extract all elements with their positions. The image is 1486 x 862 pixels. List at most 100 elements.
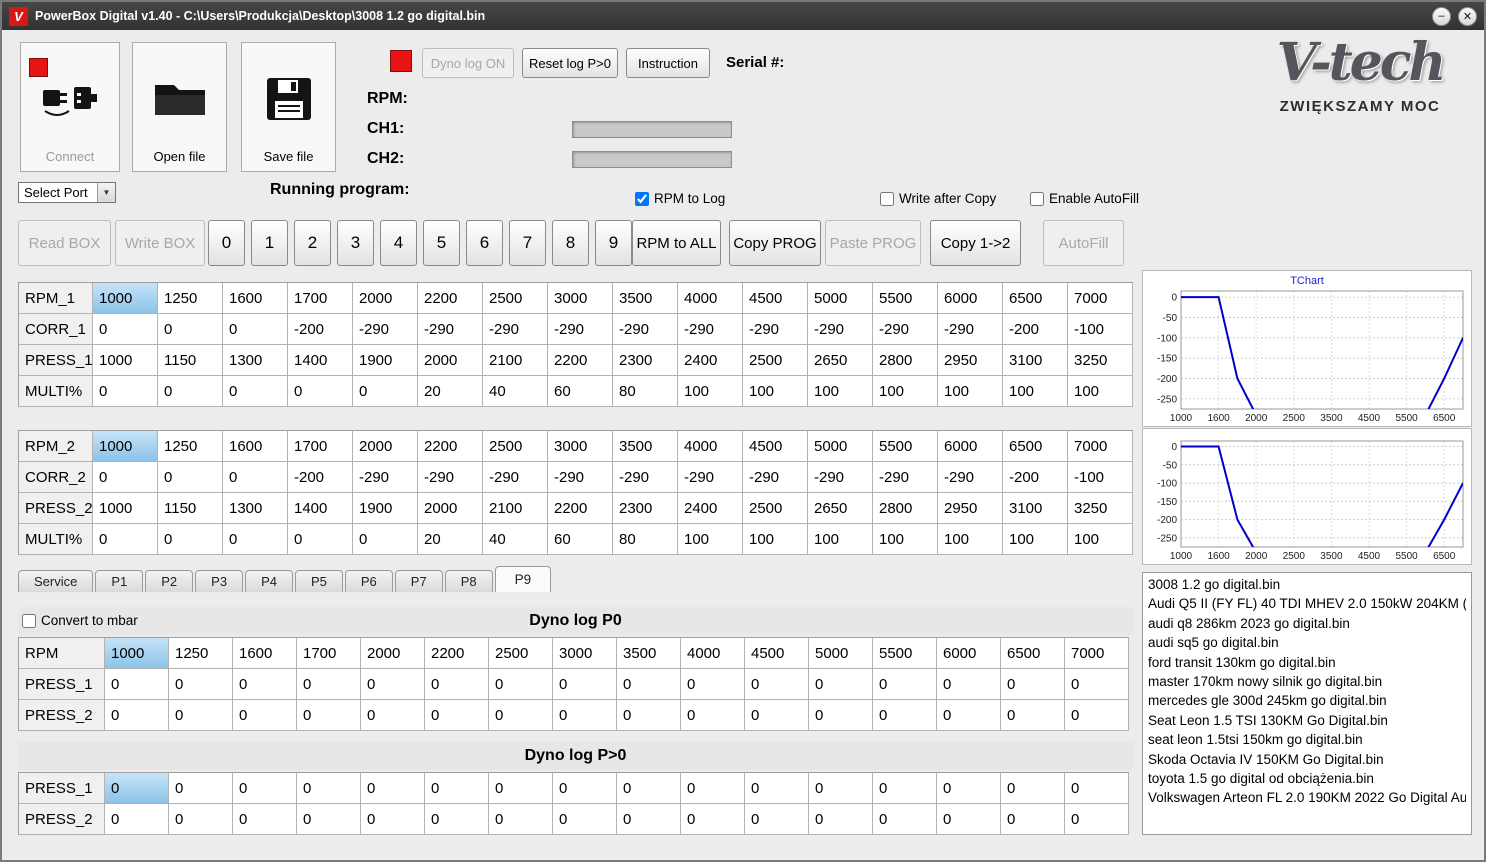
grid-cell[interactable]: 0 xyxy=(553,804,617,835)
grid-cell[interactable]: 0 xyxy=(169,700,233,731)
grid-cell[interactable]: -290 xyxy=(613,314,678,345)
grid-cell[interactable]: 0 xyxy=(489,804,553,835)
grid-cell[interactable]: 2100 xyxy=(483,345,548,376)
grid-cell[interactable]: 1000 xyxy=(105,638,169,669)
grid-cell[interactable]: 1600 xyxy=(233,638,297,669)
grid-cell[interactable]: -200 xyxy=(288,462,353,493)
grid-cell[interactable]: -290 xyxy=(548,314,613,345)
tab-p6[interactable]: P6 xyxy=(344,570,393,592)
rpm-to-all-button[interactable]: RPM to ALL xyxy=(632,220,721,266)
reset-log-button[interactable]: Reset log P>0 xyxy=(522,48,618,78)
port-select[interactable]: Select Port ▼ xyxy=(18,182,116,203)
grid-cell[interactable]: 1700 xyxy=(297,638,361,669)
grid-cell[interactable]: 80 xyxy=(613,376,678,407)
grid-cell[interactable]: -290 xyxy=(808,462,873,493)
grid-cell[interactable]: 0 xyxy=(105,804,169,835)
grid-cell[interactable]: 4000 xyxy=(681,638,745,669)
grid-cell[interactable]: 0 xyxy=(1001,669,1065,700)
grid-cell[interactable]: 0 xyxy=(288,524,353,555)
grid-cell[interactable]: -290 xyxy=(678,314,743,345)
grid-cell[interactable]: -290 xyxy=(483,314,548,345)
grid-cell[interactable]: 100 xyxy=(938,524,1003,555)
digit-button-0[interactable]: 0 xyxy=(208,220,245,266)
grid-cell[interactable]: 2400 xyxy=(678,493,743,524)
grid-cell[interactable]: 0 xyxy=(681,773,745,804)
grid-cell[interactable]: 5000 xyxy=(808,283,873,314)
dyno-log-on-button[interactable]: Dyno log ON xyxy=(422,48,514,78)
grid-cell[interactable]: 3100 xyxy=(1003,493,1068,524)
grid-cell[interactable]: -290 xyxy=(548,462,613,493)
grid-cell[interactable]: 0 xyxy=(288,376,353,407)
grid-cell[interactable]: 1000 xyxy=(93,345,158,376)
grid-cell[interactable]: 0 xyxy=(353,376,418,407)
grid-cell[interactable]: 0 xyxy=(158,376,223,407)
grid-cell[interactable]: 0 xyxy=(873,804,937,835)
grid-cell[interactable]: 0 xyxy=(425,700,489,731)
grid-cell[interactable]: 2500 xyxy=(743,345,808,376)
grid-cell[interactable]: 6500 xyxy=(1003,283,1068,314)
grid-cell[interactable]: 0 xyxy=(873,700,937,731)
grid-cell[interactable]: 0 xyxy=(233,804,297,835)
grid-cell[interactable]: 0 xyxy=(617,773,681,804)
grid-cell[interactable]: 6500 xyxy=(1003,431,1068,462)
file-list-item[interactable]: 3008 1.2 go digital.bin xyxy=(1148,575,1466,594)
save-file-button[interactable]: Save file xyxy=(241,42,336,172)
tab-p9[interactable]: P9 xyxy=(494,566,552,592)
grid-cell[interactable]: 0 xyxy=(937,804,1001,835)
paste-prog-button[interactable]: Paste PROG xyxy=(825,220,921,266)
grid-cell[interactable]: 0 xyxy=(361,773,425,804)
grid-cell[interactable]: 1700 xyxy=(288,431,353,462)
grid-cell[interactable]: 0 xyxy=(425,804,489,835)
grid-cell[interactable]: 0 xyxy=(553,700,617,731)
grid-cell[interactable]: 0 xyxy=(93,462,158,493)
connect-button[interactable]: Connect xyxy=(20,42,120,172)
grid-cell[interactable]: 0 xyxy=(1065,804,1129,835)
grid-cell[interactable]: 0 xyxy=(809,700,873,731)
write-box-button[interactable]: Write BOX xyxy=(115,220,205,266)
grid-cell[interactable]: 0 xyxy=(93,314,158,345)
grid-cell[interactable]: -200 xyxy=(288,314,353,345)
grid-cell[interactable]: 1600 xyxy=(223,431,288,462)
grid-cell[interactable]: 0 xyxy=(489,700,553,731)
grid-cell[interactable]: 3100 xyxy=(1003,345,1068,376)
grid-cell[interactable]: 0 xyxy=(353,524,418,555)
tab-p4[interactable]: P4 xyxy=(245,570,293,592)
grid-cell[interactable]: 7000 xyxy=(1065,638,1129,669)
grid-cell[interactable]: 4000 xyxy=(678,431,743,462)
grid-cell[interactable]: 60 xyxy=(548,376,613,407)
digit-button-3[interactable]: 3 xyxy=(337,220,374,266)
grid-cell[interactable]: 1400 xyxy=(288,493,353,524)
grid-cell[interactable]: 5500 xyxy=(873,431,938,462)
file-list-item[interactable]: mercedes gle 300d 245km go digital.bin xyxy=(1148,691,1466,710)
grid-cell[interactable]: 0 xyxy=(297,804,361,835)
grid-cell[interactable]: 0 xyxy=(553,773,617,804)
grid-cell[interactable]: 100 xyxy=(808,524,873,555)
grid-cell[interactable]: 60 xyxy=(548,524,613,555)
grid-cell[interactable]: 2200 xyxy=(418,283,483,314)
grid-cell[interactable]: 4500 xyxy=(743,283,808,314)
tab-p1[interactable]: P1 xyxy=(95,570,144,592)
grid-cell[interactable]: 7000 xyxy=(1068,431,1133,462)
grid-cell[interactable]: 2200 xyxy=(418,431,483,462)
grid-cell[interactable]: 0 xyxy=(745,700,809,731)
grid-cell[interactable]: -290 xyxy=(483,462,548,493)
grid-cell[interactable]: 40 xyxy=(483,524,548,555)
tab-p7[interactable]: P7 xyxy=(394,570,443,592)
file-list-item[interactable]: Volkswagen Arteon FL 2.0 190KM 2022 Go D… xyxy=(1148,788,1466,807)
grid-cell[interactable]: 100 xyxy=(743,524,808,555)
grid-cell[interactable]: 1150 xyxy=(158,493,223,524)
grid-cell[interactable]: 2650 xyxy=(808,493,873,524)
digit-button-8[interactable]: 8 xyxy=(552,220,589,266)
grid-cell[interactable]: 3500 xyxy=(613,283,678,314)
grid-cell[interactable]: 0 xyxy=(937,773,1001,804)
grid-cell[interactable]: -290 xyxy=(678,462,743,493)
grid-cell[interactable]: 0 xyxy=(158,462,223,493)
grid-cell[interactable]: -290 xyxy=(353,462,418,493)
grid-cell[interactable]: 2500 xyxy=(483,283,548,314)
rpm-to-log-checkbox[interactable]: RPM to Log xyxy=(635,191,725,206)
grid-cell[interactable]: 3500 xyxy=(617,638,681,669)
digit-button-5[interactable]: 5 xyxy=(423,220,460,266)
grid-cell[interactable]: 0 xyxy=(425,773,489,804)
grid-cell[interactable]: 1250 xyxy=(169,638,233,669)
grid-cell[interactable]: 0 xyxy=(617,700,681,731)
